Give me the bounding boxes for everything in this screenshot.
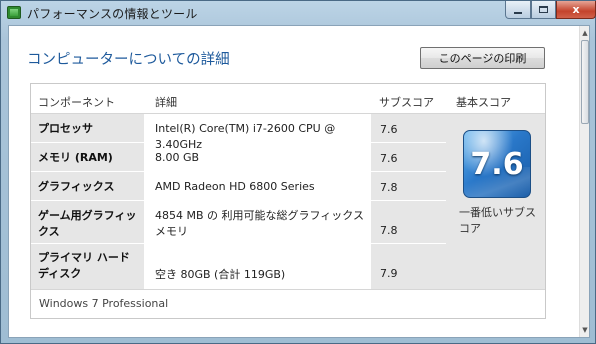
scroll-down-icon[interactable]: ▼ xyxy=(580,324,589,336)
row-subscore: 7.8 xyxy=(380,224,398,237)
row-divider xyxy=(31,243,446,244)
row-component: ゲーム用グラフィックス xyxy=(38,209,137,238)
app-window: パフォーマンスの情報とツール x コンピューターについての詳細 このページの印刷… xyxy=(0,0,596,344)
row-divider xyxy=(31,171,446,172)
close-button[interactable]: x xyxy=(556,1,596,19)
minimize-button[interactable] xyxy=(505,1,531,19)
row-component: プライマリ ハード ディスク xyxy=(38,251,130,280)
content-area: コンピューターについての詳細 このページの印刷 コンポーネント 詳細 サブスコア… xyxy=(8,25,590,338)
base-score-value: 7.6 xyxy=(470,146,524,182)
row-detail: Intel(R) Core(TM) i7-2600 CPU @ 3.40GHz xyxy=(155,122,336,151)
maximize-icon xyxy=(539,6,548,13)
row-detail: 4854 MB の 利用可能な総グラフィックス メモリ xyxy=(155,209,364,238)
row-subscore: 7.6 xyxy=(380,152,398,165)
base-score-caption: 一番低いサブスコア xyxy=(459,206,536,235)
row-subscore: 7.9 xyxy=(380,267,398,280)
row-divider xyxy=(31,200,446,201)
row-subscore: 7.8 xyxy=(380,181,398,194)
header-basescore: 基本スコア xyxy=(456,96,511,109)
header-detail: 詳細 xyxy=(155,96,177,109)
subscore-column-bg xyxy=(371,114,446,289)
scroll-up-icon[interactable]: ▲ xyxy=(580,27,589,39)
print-page-button[interactable]: このページの印刷 xyxy=(420,47,545,69)
scrollbar-thumb[interactable] xyxy=(581,40,589,124)
header-subscore: サブスコア xyxy=(379,96,434,109)
window-title: パフォーマンスの情報とツール xyxy=(27,7,198,21)
row-detail: 8.00 GB xyxy=(155,151,200,164)
base-score-badge: 7.6 xyxy=(463,130,531,198)
os-edition: Windows 7 Professional xyxy=(39,297,169,310)
maximize-button[interactable] xyxy=(531,1,556,19)
performance-app-icon xyxy=(7,6,21,19)
page-title: コンピューターについての詳細 xyxy=(27,52,230,68)
footer-divider xyxy=(31,289,545,290)
minimize-icon xyxy=(514,11,522,14)
row-component: グラフィックス xyxy=(38,180,115,193)
row-subscore: 7.6 xyxy=(380,123,398,136)
row-detail: 空き 80GB (合計 119GB) xyxy=(155,268,286,281)
title-bar[interactable]: パフォーマンスの情報とツール x xyxy=(1,1,596,25)
row-detail: AMD Radeon HD 6800 Series xyxy=(155,180,315,193)
close-icon: x xyxy=(572,3,580,16)
vertical-scrollbar[interactable]: ▲ ▼ xyxy=(579,26,589,337)
header-component: コンポーネント xyxy=(38,96,115,109)
row-component: メモリ (RAM) xyxy=(38,151,113,164)
row-component: プロセッサ xyxy=(38,122,93,135)
